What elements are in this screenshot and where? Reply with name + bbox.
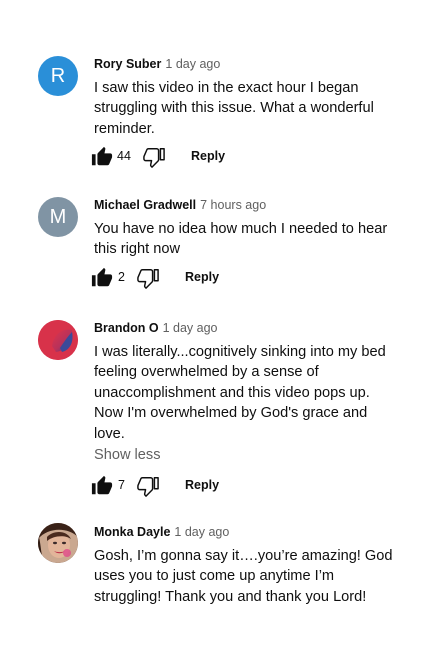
comment-text: I saw this video in the exact hour I beg… [94,78,394,139]
avatar-letter: R [50,64,66,87]
comment-header: Rory Suber 1 day ago [94,57,220,71]
reply-button[interactable]: Reply [185,478,219,492]
avatar-letter: M [49,205,67,228]
thumbs-up-icon[interactable] [91,267,113,289]
reply-button[interactable]: Reply [191,149,225,163]
avatar[interactable] [38,523,78,563]
comment-text-line: I was literally...cognitively sinking in… [94,344,386,360]
comment-timestamp[interactable]: 1 day ago [163,321,218,335]
avatar[interactable] [38,320,78,360]
comment-author[interactable]: Brandon O [94,321,159,335]
thumbs-down-icon[interactable] [143,146,165,168]
avatar-graphic [38,320,78,360]
comment-text-line: Gosh, I’m gonna say it….you’re amazing! … [94,548,393,564]
comment-header: Monka Dayle 1 day ago [94,525,229,539]
like-count: 44 [117,149,131,163]
thumbs-down-icon[interactable] [137,475,159,497]
like-count: 2 [118,270,125,284]
comment-text: I was literally...cognitively sinking in… [94,342,394,444]
comment-text-line: I saw this video in the exact hour I beg… [94,80,359,96]
comment-text-line: this right now [94,241,180,258]
thumbs-down-icon[interactable] [137,267,159,289]
like-count: 7 [118,478,125,492]
comment-text-line: unaccomplishment and this video pops up. [94,384,370,401]
thumbs-up-icon[interactable] [91,146,113,168]
comment-text-line: struggling with this issue. What a wonde… [94,100,374,117]
comment-author[interactable]: Rory Suber [94,57,161,71]
comment-timestamp[interactable]: 7 hours ago [200,198,266,212]
comment-text: Gosh, I’m gonna say it….you’re amazing! … [94,546,394,607]
comment-author[interactable]: Michael Gradwell [94,198,196,212]
comment-timestamp[interactable]: 1 day ago [165,57,220,71]
comment-text-line: You have no idea how much I needed to he… [94,221,388,237]
avatar-photo [38,523,78,563]
comment-text-line: struggling! Thank you and thank you Lord… [94,588,367,605]
avatar[interactable]: R [38,56,78,96]
comment-text-line: uses you to just come up anytime I’m [94,568,335,585]
comment-text: You have no idea how much I needed to he… [94,219,394,260]
thumbs-up-icon[interactable] [91,475,113,497]
comment-header: Brandon O 1 day ago [94,321,218,335]
comment-text-line: feeling overwhelmed by a sense of [94,364,319,381]
show-less-link[interactable]: Show less [94,447,161,463]
comment-author[interactable]: Monka Dayle [94,525,170,539]
comment-timestamp[interactable]: 1 day ago [174,525,229,539]
comment-header: Michael Gradwell 7 hours ago [94,198,266,212]
comment-text-line: Now I'm overwhelmed by God's grace and [94,405,368,422]
comment-text-line: love. [94,425,125,442]
avatar[interactable]: M [38,197,78,237]
comment-text-line: reminder. [94,120,155,137]
reply-button[interactable]: Reply [185,270,219,284]
